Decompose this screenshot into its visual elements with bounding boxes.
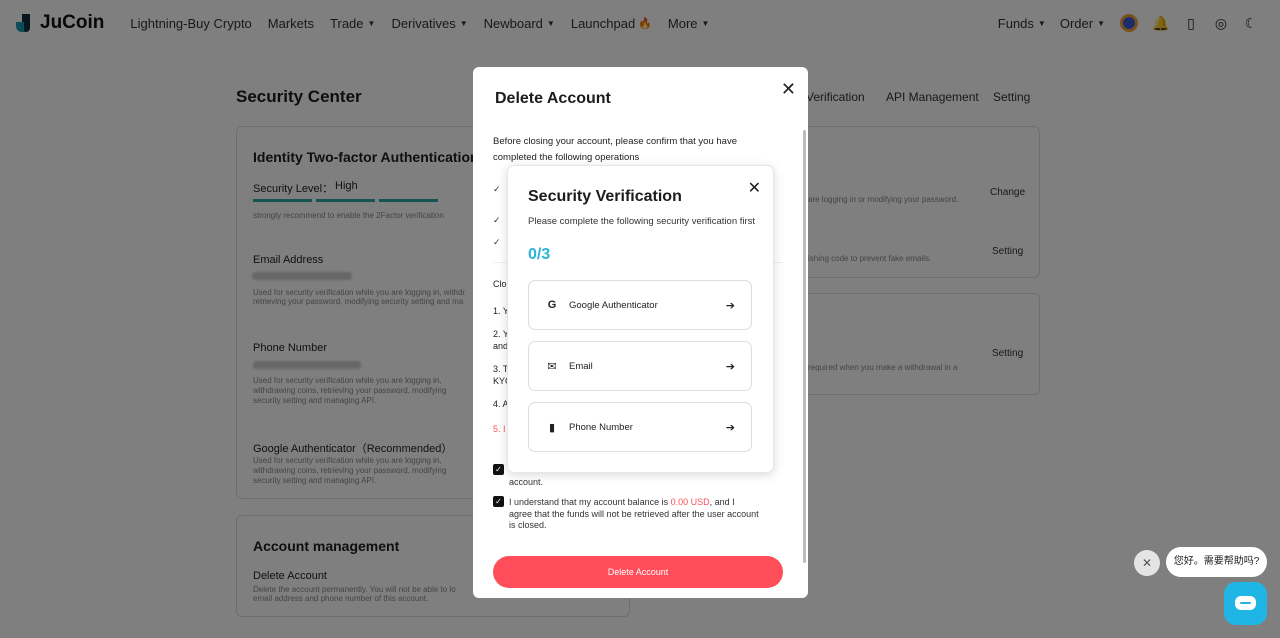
modal-title: Delete Account <box>495 90 611 107</box>
checkmark-icon: ✓ <box>493 215 501 225</box>
close-icon[interactable]: ✕ <box>781 79 796 100</box>
close-icon[interactable]: ✕ <box>748 178 761 198</box>
checkmark-icon: ✓ <box>493 184 501 194</box>
delete-account-button[interactable]: Delete Account <box>493 556 783 588</box>
modal-scrollbar[interactable] <box>803 130 806 563</box>
security-verification-dialog: Security Verification ✕ Please complete … <box>507 165 774 473</box>
close-section-label: Clo <box>493 279 507 289</box>
confirm-text-1: account. <box>509 477 544 487</box>
option-label: Google Authenticator <box>569 299 658 311</box>
modal-intro: Before closing your account, please conf… <box>493 136 737 163</box>
option-email[interactable]: ✉ Email ➔ <box>528 341 752 391</box>
google-icon: G <box>547 299 557 311</box>
verification-title: Security Verification <box>528 188 682 205</box>
phone-icon: ▮ <box>548 421 556 434</box>
mail-icon: ✉ <box>547 360 557 373</box>
balance-amount: 0.00 USD <box>670 497 710 507</box>
confirm-text-2: I understand that my account balance is … <box>509 497 759 530</box>
chat-dismiss-button[interactable]: ✕ <box>1134 550 1160 576</box>
chat-greeting[interactable]: 您好。需要帮助吗? <box>1166 547 1267 577</box>
confirm-checkbox-2[interactable]: ✓ <box>493 496 504 507</box>
arrow-right-icon: ➔ <box>725 360 735 373</box>
arrow-right-icon: ➔ <box>725 421 735 434</box>
confirm-checkbox-1[interactable]: ✓ <box>493 464 504 475</box>
checkmark-icon: ✓ <box>493 237 501 247</box>
option-google-authenticator[interactable]: G Google Authenticator ➔ <box>528 280 752 330</box>
requirement-5: 5. I <box>493 424 506 434</box>
option-label: Phone Number <box>569 421 633 433</box>
requirement-2-cont: and <box>493 341 509 351</box>
option-label: Email <box>569 360 593 372</box>
verification-desc: Please complete the following security v… <box>528 216 756 227</box>
chat-icon[interactable] <box>1224 582 1267 625</box>
option-phone-number[interactable]: ▮ Phone Number ➔ <box>528 402 752 452</box>
verification-progress: 0/3 <box>528 246 551 263</box>
arrow-right-icon: ➔ <box>725 299 735 312</box>
